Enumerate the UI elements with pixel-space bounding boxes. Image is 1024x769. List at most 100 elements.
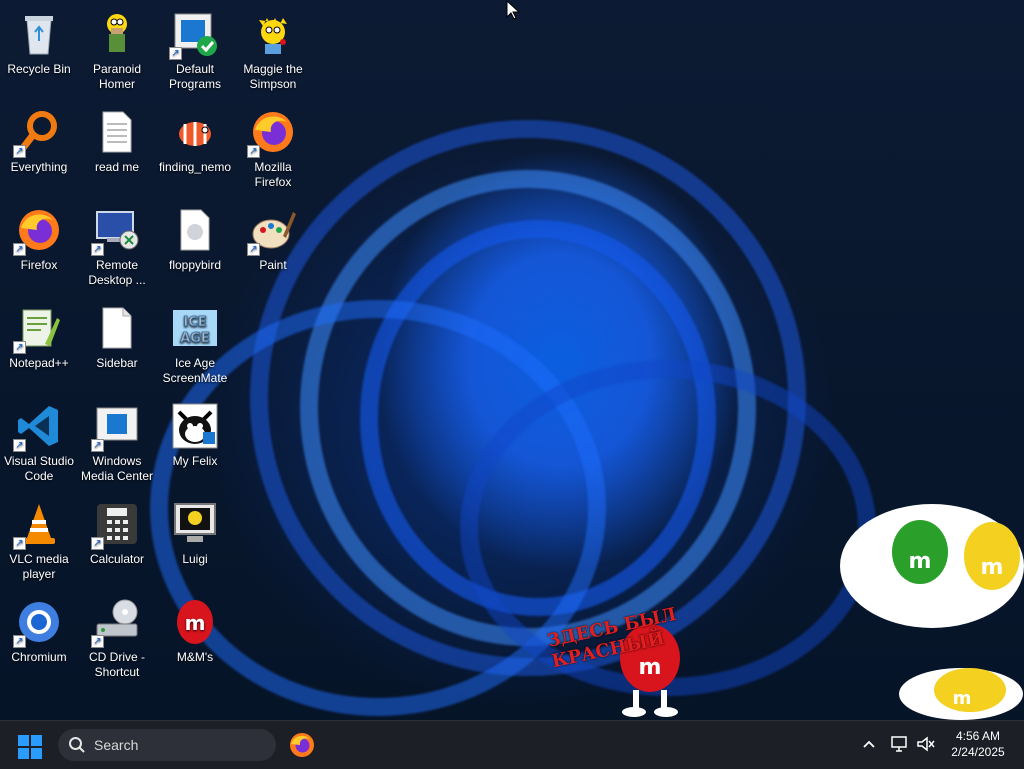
shortcut-arrow-icon: ↗: [13, 439, 26, 452]
generic-file-icon: [171, 206, 219, 254]
start-button[interactable]: [16, 733, 44, 761]
desktop-icon-read-me[interactable]: read me: [78, 102, 156, 200]
icon-label: Remote Desktop ...: [88, 258, 146, 287]
icon-label: Paranoid Homer: [92, 62, 142, 91]
shortcut-arrow-icon: ↗: [247, 243, 260, 256]
text-file-icon: [93, 108, 141, 156]
icon-label: Maggie the Simpson: [243, 62, 303, 91]
shortcut-arrow-icon: ↗: [13, 635, 26, 648]
icon-label: Chromium: [11, 650, 67, 664]
desktop-icon-mozilla-firefox[interactable]: ↗ Mozilla Firefox: [234, 102, 312, 200]
shortcut-arrow-icon: ↗: [169, 47, 182, 60]
shortcut-arrow-icon: ↗: [13, 341, 26, 354]
paint-icon: ↗: [247, 206, 297, 256]
luigi-monitor-icon: [171, 500, 219, 548]
icon-label: My Felix: [172, 454, 218, 468]
desktop-icon-sidebar[interactable]: Sidebar: [78, 298, 156, 396]
desktop-icon-remote-desktop[interactable]: ↗ Remote Desktop ...: [78, 200, 156, 298]
icon-label: finding_nemo: [158, 160, 232, 174]
chromium-icon: ↗: [13, 598, 63, 648]
system-clock[interactable]: 4:56 AM 2/24/2025: [940, 728, 1016, 760]
volume-muted-icon[interactable]: [916, 735, 936, 753]
taskbar: Search 4:56 AM 2/24/2025: [0, 720, 1024, 769]
firefox-icon: ↗: [247, 108, 297, 158]
shortcut-arrow-icon: ↗: [91, 243, 104, 256]
icon-label: Calculator: [89, 552, 145, 566]
desktop-icon-paint[interactable]: ↗ Paint: [234, 200, 312, 298]
taskbar-firefox-button[interactable]: [288, 731, 316, 759]
icon-label: Visual Studio Code: [4, 454, 74, 483]
icon-label: Mozilla Firefox: [254, 160, 292, 189]
nemo-icon: [171, 108, 219, 156]
svg-text:m: m: [909, 549, 932, 574]
recycle-bin-icon: [15, 10, 63, 58]
icon-label: read me: [94, 160, 140, 174]
svg-text:m: m: [639, 655, 662, 680]
desktop-icon-ice-age-screenmate[interactable]: ICE AGE Ice Age ScreenMate: [156, 298, 234, 396]
desktop-wallpaper[interactable]: Recycle Bin ↗ Everything ↗ Firefox ↗ Not…: [0, 0, 1024, 720]
notepad-plus-plus-icon: ↗: [13, 304, 63, 354]
yellow-mm-lying-decoration: m: [898, 660, 1024, 720]
svg-text:m: m: [185, 611, 206, 635]
desktop-icon-luigi[interactable]: Luigi: [156, 494, 234, 592]
cd-drive-icon: ↗: [91, 598, 141, 648]
desktop-icon-floppybird[interactable]: floppybird: [156, 200, 234, 298]
desktop-icon-mms[interactable]: m M&M's: [156, 592, 234, 690]
icon-label: Sidebar: [96, 356, 138, 370]
show-hidden-icons-chevron-icon[interactable]: [860, 735, 878, 753]
icon-label: Ice Age ScreenMate: [162, 356, 228, 385]
search-placeholder: Search: [94, 737, 139, 753]
desktop-icon-finding-nemo[interactable]: finding_nemo: [156, 102, 234, 200]
firefox-icon: ↗: [13, 206, 63, 256]
everything-search-icon: ↗: [13, 108, 63, 158]
felix-cat-icon: [171, 402, 219, 450]
desktop-icon-paranoid-homer[interactable]: Paranoid Homer: [78, 4, 156, 102]
desktop-icon-calculator[interactable]: ↗ Calculator: [78, 494, 156, 592]
network-icon[interactable]: [890, 735, 910, 753]
desktop-icon-notepad-plus-plus[interactable]: ↗ Notepad++: [0, 298, 78, 396]
mouse-cursor-icon: [506, 0, 521, 20]
icon-label: Paint: [259, 258, 287, 272]
desktop-icon-default-programs[interactable]: ↗ Default Programs: [156, 4, 234, 102]
desktop-icon-windows-media-center[interactable]: ↗ Windows Media Center: [78, 396, 156, 494]
taskbar-search-box[interactable]: Search: [58, 729, 276, 761]
maggie-icon: [249, 10, 297, 58]
desktop-icon-cd-drive[interactable]: ↗ CD Drive - Shortcut: [78, 592, 156, 690]
icon-label: Windows Media Center: [80, 454, 154, 483]
desktop-icon-vscode[interactable]: ↗ Visual Studio Code: [0, 396, 78, 494]
remote-desktop-icon: ↗: [91, 206, 141, 256]
desktop-icon-firefox[interactable]: ↗ Firefox: [0, 200, 78, 298]
icon-label: VLC media player: [9, 552, 69, 581]
icon-label: CD Drive - Shortcut: [89, 650, 145, 679]
icon-label: Notepad++: [9, 356, 69, 370]
desktop-icon-vlc[interactable]: ↗ VLC media player: [0, 494, 78, 592]
svg-text:ICE: ICE: [183, 315, 206, 330]
vlc-icon: ↗: [13, 500, 63, 550]
shortcut-arrow-icon: ↗: [91, 635, 104, 648]
mm-characters-decoration: m m: [840, 496, 1024, 632]
icon-label: M&M's: [176, 650, 214, 664]
shortcut-arrow-icon: ↗: [91, 537, 104, 550]
desktop-icon-chromium[interactable]: ↗ Chromium: [0, 592, 78, 690]
icon-label: Recycle Bin: [7, 62, 71, 76]
clock-date: 2/24/2025: [951, 745, 1005, 759]
desktop-icon-my-felix[interactable]: My Felix: [156, 396, 234, 494]
shortcut-arrow-icon: ↗: [91, 439, 104, 452]
desktop-icon-maggie-the-simpson[interactable]: Maggie the Simpson: [234, 4, 312, 102]
svg-text:m: m: [981, 555, 1004, 580]
desktop-icon-everything[interactable]: ↗ Everything: [0, 102, 78, 200]
icon-label: floppybird: [168, 258, 222, 272]
shortcut-arrow-icon: ↗: [13, 145, 26, 158]
icon-label: Luigi: [182, 552, 208, 566]
search-icon: [69, 737, 85, 753]
homer-icon: [93, 10, 141, 58]
blank-file-icon: [93, 304, 141, 352]
svg-text:m: m: [953, 688, 972, 709]
vscode-icon: ↗: [13, 402, 63, 452]
icon-label: Firefox: [20, 258, 58, 272]
media-center-icon: ↗: [91, 402, 141, 452]
shortcut-arrow-icon: ↗: [247, 145, 260, 158]
default-programs-icon: ↗: [169, 10, 219, 60]
desktop-icon-recycle-bin[interactable]: Recycle Bin: [0, 4, 78, 102]
shortcut-arrow-icon: ↗: [13, 243, 26, 256]
